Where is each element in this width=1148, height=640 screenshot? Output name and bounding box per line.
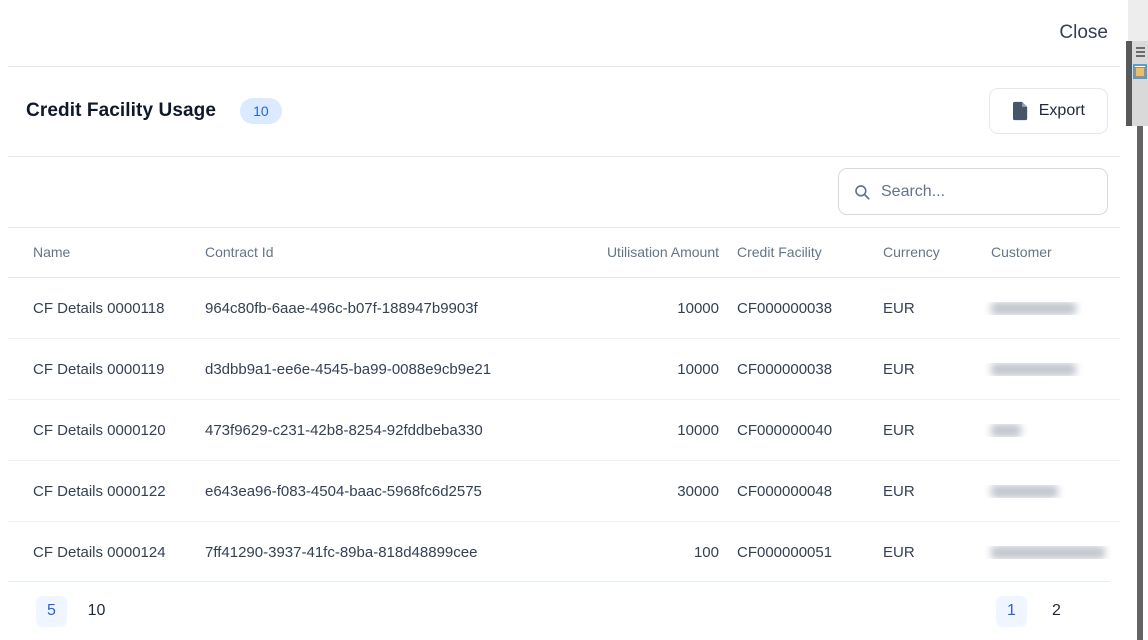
close-button[interactable]: Close [1059, 22, 1108, 44]
search-box[interactable] [838, 168, 1108, 215]
table-row[interactable]: CF Details 00001247ff41290-3937-41fc-89b… [8, 522, 1120, 583]
background-window-toolbar [1128, 0, 1148, 41]
cell-customer [973, 485, 1145, 498]
search-input[interactable] [881, 183, 1095, 201]
cell-credit-facility: CF000000048 [719, 483, 865, 500]
cell-utilisation-amount: 100 [598, 544, 719, 561]
page-size-selector: 5 10 [36, 596, 112, 627]
file-icon [1012, 101, 1029, 121]
screen: Close Credit Facility Usage 10 Export [0, 0, 1148, 640]
credit-facility-usage-modal: Close Credit Facility Usage 10 Export [0, 0, 1126, 640]
customer-redacted [991, 424, 1021, 437]
col-header-customer: Customer [973, 244, 1145, 260]
pagination-bar: 5 10 12 [0, 582, 1126, 640]
cell-utilisation-amount: 10000 [598, 300, 719, 317]
table-row[interactable]: CF Details 0000122e643ea96-f083-4504-baa… [8, 461, 1120, 522]
col-header-credit-facility: Credit Facility [719, 244, 865, 260]
cell-contract-id: 964c80fb-6aae-496c-b07f-188947b9903f [205, 300, 598, 317]
page-size-option-5[interactable]: 5 [36, 596, 67, 627]
export-button[interactable]: Export [989, 88, 1108, 134]
search-icon [853, 183, 871, 201]
cell-credit-facility: CF000000040 [719, 422, 865, 439]
cell-currency: EUR [865, 544, 973, 561]
cell-customer [973, 546, 1145, 559]
page-title: Credit Facility Usage [26, 100, 216, 122]
cell-contract-id: d3dbb9a1-ee6e-4545-ba99-0088e9cb9e21 [205, 361, 598, 378]
page-size-option-10[interactable]: 10 [81, 596, 112, 627]
divider [8, 156, 1120, 157]
credit-facility-table: Name Contract Id Utilisation Amount Cred… [8, 227, 1120, 583]
table-row[interactable]: CF Details 0000118964c80fb-6aae-496c-b07… [8, 278, 1120, 339]
cell-customer [973, 302, 1145, 315]
table-body: CF Details 0000118964c80fb-6aae-496c-b07… [8, 278, 1120, 583]
export-button-label: Export [1039, 102, 1085, 120]
customer-redacted [991, 363, 1076, 376]
window-edge-line [1137, 126, 1143, 640]
divider [8, 66, 1120, 67]
customer-redacted [991, 485, 1058, 498]
cell-utilisation-amount: 30000 [598, 483, 719, 500]
table-row[interactable]: CF Details 0000120473f9629-c231-42b8-825… [8, 400, 1120, 461]
col-header-utilisation-amount: Utilisation Amount [598, 244, 719, 260]
cell-currency: EUR [865, 422, 973, 439]
cell-customer [973, 363, 1145, 376]
count-badge: 10 [240, 98, 282, 124]
toolbar [0, 156, 1126, 227]
page-option-1[interactable]: 1 [996, 596, 1027, 627]
customer-redacted [991, 302, 1076, 315]
cell-name: CF Details 0000119 [33, 361, 205, 378]
cell-name: CF Details 0000118 [33, 300, 205, 317]
col-header-name: Name [33, 244, 205, 260]
cell-contract-id: 473f9629-c231-42b8-8254-92fddbeba330 [205, 422, 598, 439]
modal-topbar: Close [0, 0, 1126, 66]
cell-utilisation-amount: 10000 [598, 422, 719, 439]
page-number-selector: 12 [996, 596, 1072, 627]
cell-currency: EUR [865, 483, 973, 500]
cell-name: CF Details 0000120 [33, 422, 205, 439]
cell-credit-facility: CF000000038 [719, 361, 865, 378]
col-header-currency: Currency [865, 244, 973, 260]
folder-icon [1133, 64, 1147, 79]
title-row: Credit Facility Usage 10 Export [0, 66, 1126, 156]
cell-contract-id: 7ff41290-3937-41fc-89ba-818d48899cee [205, 544, 598, 561]
table-row[interactable]: CF Details 0000119d3dbb9a1-ee6e-4545-ba9… [8, 339, 1120, 400]
table-header-row: Name Contract Id Utilisation Amount Cred… [8, 227, 1120, 278]
background-window-sliver [1126, 0, 1148, 640]
cell-contract-id: e643ea96-f083-4504-baac-5968fc6d2575 [205, 483, 598, 500]
background-window-panel [1126, 41, 1148, 126]
background-window-sidebar [1132, 41, 1148, 126]
list-icon [1136, 47, 1145, 59]
cell-customer [973, 424, 1145, 437]
page-option-2[interactable]: 2 [1041, 596, 1072, 627]
cell-currency: EUR [865, 300, 973, 317]
cell-utilisation-amount: 10000 [598, 361, 719, 378]
cell-name: CF Details 0000124 [33, 544, 205, 561]
cell-currency: EUR [865, 361, 973, 378]
cell-credit-facility: CF000000038 [719, 300, 865, 317]
customer-redacted [991, 546, 1105, 559]
cell-name: CF Details 0000122 [33, 483, 205, 500]
cell-credit-facility: CF000000051 [719, 544, 865, 561]
col-header-contract-id: Contract Id [205, 244, 598, 260]
